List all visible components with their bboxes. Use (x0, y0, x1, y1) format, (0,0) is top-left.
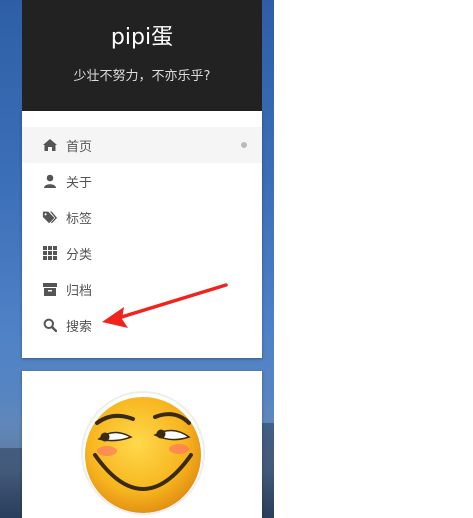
site-subtitle: 少壮不努力，不亦乐乎? (73, 69, 211, 84)
menu-item-label: 关于 (66, 175, 93, 191)
user-icon (42, 173, 58, 189)
search-icon (42, 317, 58, 333)
site-brand: pipi蛋 少壮不努力，不亦乐乎? (22, 0, 262, 111)
smirk-emoji-icon (85, 397, 201, 513)
home-icon (42, 137, 58, 153)
avatar[interactable] (81, 391, 205, 515)
menu-item-label: 归档 (66, 283, 93, 299)
grid-icon (42, 245, 58, 261)
menu-item-label: 首页 (66, 139, 93, 155)
tags-icon (42, 209, 58, 225)
menu-item-label: 标签 (66, 211, 93, 227)
menu-item-categories[interactable]: 分类 (22, 235, 262, 271)
archive-icon (42, 281, 58, 297)
site-title[interactable]: pipi蛋 (22, 0, 262, 53)
site-nav: 首页 关于 标签 分类 归档 搜索 (22, 111, 262, 358)
menu-item-home[interactable]: 首页 (22, 127, 262, 163)
author-card (22, 371, 262, 518)
menu-item-archives[interactable]: 归档 (22, 271, 262, 307)
background-building (262, 423, 274, 518)
menu-item-label: 分类 (66, 247, 93, 263)
active-indicator (241, 142, 247, 148)
menu-item-about[interactable]: 关于 (22, 163, 262, 199)
menu-item-label: 搜索 (66, 319, 93, 335)
menu-item-tags[interactable]: 标签 (22, 199, 262, 235)
menu-item-search[interactable]: 搜索 (22, 307, 262, 343)
